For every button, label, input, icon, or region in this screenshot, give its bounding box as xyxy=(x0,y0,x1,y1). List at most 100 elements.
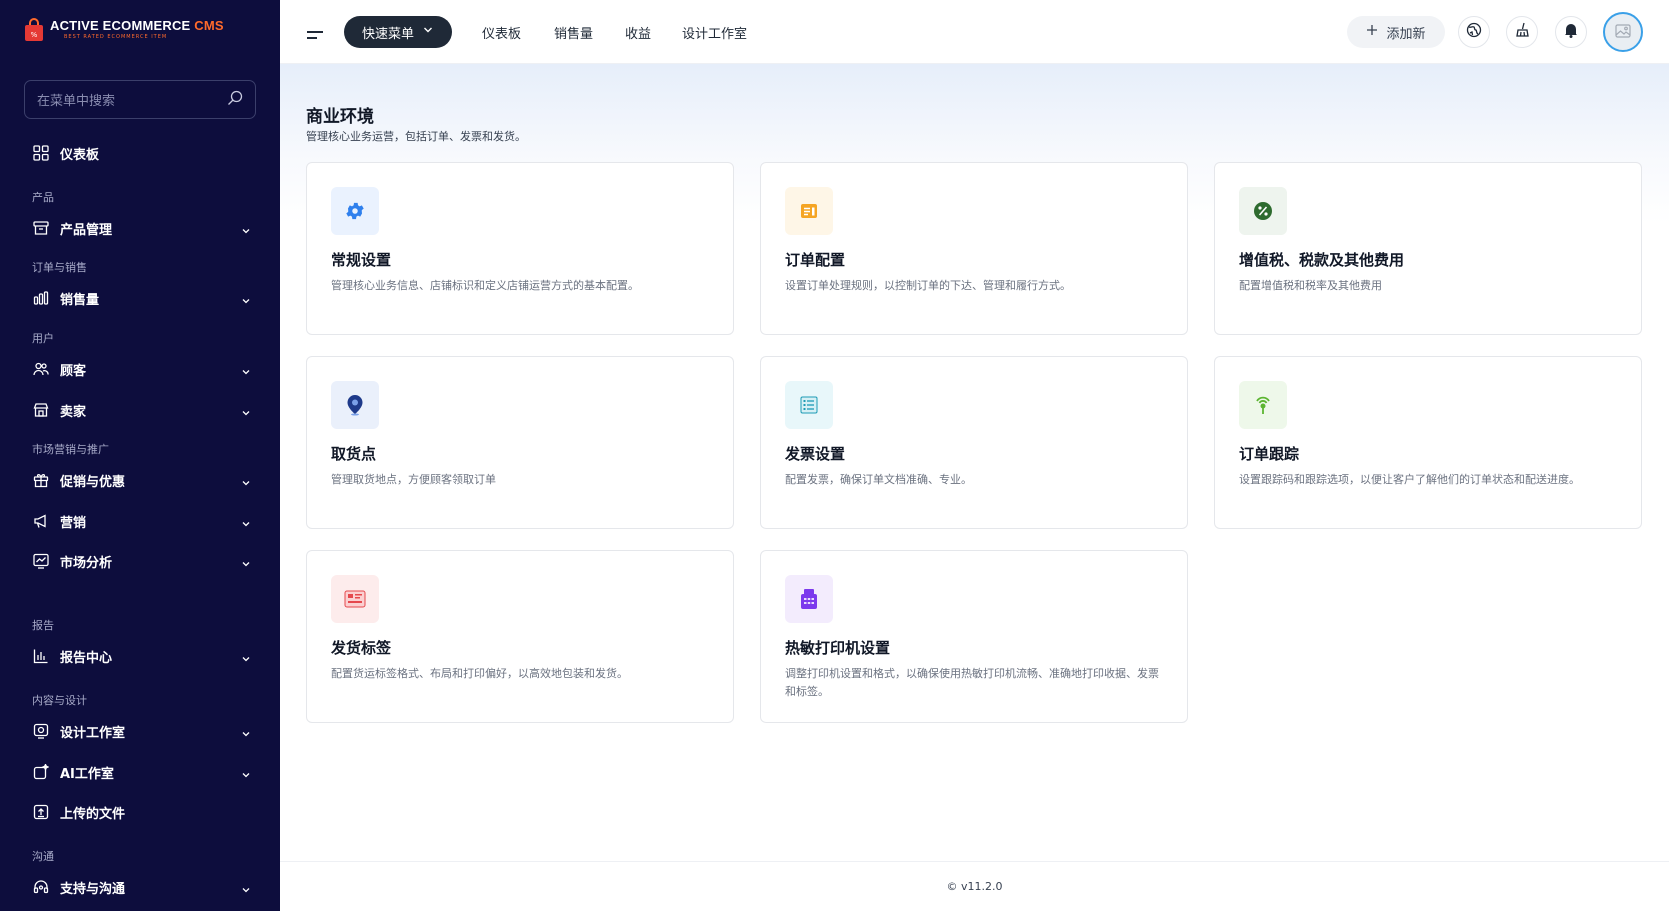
analytics-icon xyxy=(32,552,50,570)
chevron-down-icon xyxy=(240,474,252,486)
card-order-tracking[interactable]: 订单跟踪 设置跟踪码和跟踪选项，以便让客户了解他们的订单状态和配送进度。 xyxy=(1214,356,1642,529)
card-description: 配置增值税和税率及其他费用 xyxy=(1239,279,1382,292)
sidebar-item-label: 销售量 xyxy=(60,292,100,308)
card-shipping-labels[interactable]: 发货标签 配置货运标签格式、布局和打印偏好，以高效地包装和发货。 xyxy=(306,550,734,723)
sidebar-item-promotions[interactable]: 促销与优惠 xyxy=(32,468,252,492)
shipping-label-icon xyxy=(331,575,379,623)
top-link-earnings[interactable]: 收益 xyxy=(625,23,651,42)
order-icon xyxy=(785,187,833,235)
percent-icon xyxy=(1239,187,1287,235)
chevron-down-icon xyxy=(240,292,252,304)
chevron-down-icon xyxy=(240,363,252,375)
sidebar-item-market-analysis[interactable]: 市场分析 xyxy=(32,549,252,573)
sidebar-item-ai-studio[interactable]: AI工作室 xyxy=(32,760,252,784)
sidebar-section-communication: 沟通 xyxy=(32,850,54,863)
invoice-icon xyxy=(785,381,833,429)
avatar[interactable] xyxy=(1603,12,1643,52)
chevron-down-icon xyxy=(422,24,434,40)
globe-icon xyxy=(1466,22,1482,42)
megaphone-icon xyxy=(32,512,50,530)
sidebar-item-label: 报告中心 xyxy=(60,650,113,666)
users-icon xyxy=(32,360,50,378)
sidebar-item-customers[interactable]: 顾客 xyxy=(32,357,252,381)
top-link-dashboard[interactable]: 仪表板 xyxy=(482,23,521,42)
footer: © v11.2.0 xyxy=(280,861,1669,911)
sidebar-item-dashboard[interactable]: 仪表板 xyxy=(32,141,252,165)
card-order-configuration[interactable]: 订单配置 设置订单处理规则，以控制订单的下达、管理和履行方式。 xyxy=(760,162,1188,335)
sidebar-item-label: 支持与沟通 xyxy=(60,881,126,897)
top-link-design-studio[interactable]: 设计工作室 xyxy=(682,23,747,42)
sidebar-section-marketing: 市场营销与推广 xyxy=(32,443,109,456)
card-vat-taxes[interactable]: 增值税、税款及其他费用 配置增值税和税率及其他费用 xyxy=(1214,162,1642,335)
chevron-down-icon xyxy=(240,881,252,893)
card-title: 订单配置 xyxy=(785,251,846,269)
sidebar-item-product-management[interactable]: 产品管理 xyxy=(32,216,252,240)
notifications-button[interactable] xyxy=(1555,16,1587,48)
menu-search-placeholder: 在菜单中搜索 xyxy=(37,94,116,109)
brand-tagline: BEST RATED ECOMMERCE ITEM xyxy=(64,34,168,40)
card-description: 调整打印机设置和格式，以确保使用热敏打印机流畅、准确地打印收据、发票和标签。 xyxy=(785,667,1159,698)
image-placeholder-icon xyxy=(1615,23,1631,42)
sidebar-item-sales[interactable]: 销售量 xyxy=(32,286,252,310)
chevron-down-icon xyxy=(240,222,252,234)
printer-icon xyxy=(785,575,833,623)
card-thermal-printer[interactable]: 热敏打印机设置 调整打印机设置和格式，以确保使用热敏打印机流畅、准确地打印收据、… xyxy=(760,550,1188,723)
bar-chart-icon xyxy=(32,647,50,665)
store-icon xyxy=(32,401,50,419)
brand-title-accent: CMS xyxy=(194,18,224,33)
gear-icon xyxy=(331,187,379,235)
sidebar-item-label: 设计工作室 xyxy=(60,725,126,741)
brand-logo[interactable]: % ACTIVE ECOMMERCE CMS BEST RATED ECOMME… xyxy=(24,18,224,42)
grid-icon xyxy=(32,144,50,162)
chevron-down-icon xyxy=(240,725,252,737)
shopping-bag-icon: % xyxy=(24,18,44,42)
sidebar-item-sellers[interactable]: 卖家 xyxy=(32,398,252,422)
clear-cache-button[interactable] xyxy=(1506,16,1538,48)
plus-icon xyxy=(1366,24,1378,40)
language-button[interactable] xyxy=(1458,16,1490,48)
sidebar-item-label: 营销 xyxy=(60,515,87,531)
sidebar-section-content-design: 内容与设计 xyxy=(32,694,87,707)
sidebar-section-products: 产品 xyxy=(32,191,54,204)
sales-bars-icon xyxy=(32,289,50,307)
sidebar-item-label: 上传的文件 xyxy=(60,806,126,822)
card-title: 发票设置 xyxy=(785,445,846,463)
bell-icon xyxy=(1564,22,1578,42)
top-link-sales[interactable]: 销售量 xyxy=(554,23,593,42)
add-new-label: 添加新 xyxy=(1386,26,1426,42)
sidebar-section-reports: 报告 xyxy=(32,619,54,632)
card-general-settings[interactable]: 常规设置 管理核心业务信息、店铺标识和定义店铺运营方式的基本配置。 xyxy=(306,162,734,335)
version-label: © v11.2.0 xyxy=(946,880,1003,893)
sidebar-item-support[interactable]: 支持与沟通 xyxy=(32,875,252,899)
add-new-button[interactable]: 添加新 xyxy=(1347,16,1445,48)
chevron-down-icon xyxy=(240,404,252,416)
sidebar-item-uploaded-files[interactable]: 上传的文件 xyxy=(32,800,252,824)
quick-menu-button[interactable]: 快速菜单 xyxy=(344,16,452,48)
search-icon[interactable] xyxy=(227,90,243,110)
quick-menu-label: 快速菜单 xyxy=(361,26,414,42)
card-description: 设置跟踪码和跟踪选项，以便让客户了解他们的订单状态和配送进度。 xyxy=(1239,473,1580,486)
menu-search-input[interactable]: 在菜单中搜索 xyxy=(24,80,256,119)
gift-icon xyxy=(32,471,50,489)
upload-icon xyxy=(32,803,50,821)
chevron-down-icon xyxy=(240,650,252,662)
sidebar-section-orders-sales: 订单与销售 xyxy=(32,261,87,274)
chevron-down-icon xyxy=(240,555,252,567)
tracking-icon xyxy=(1239,381,1287,429)
sidebar-item-design-studio[interactable]: 设计工作室 xyxy=(32,719,252,743)
card-description: 管理取货地点，方便顾客领取订单 xyxy=(331,473,496,486)
card-pickup-points[interactable]: 取货点 管理取货地点，方便顾客领取订单 xyxy=(306,356,734,529)
sidebar-item-report-center[interactable]: 报告中心 xyxy=(32,644,252,668)
card-title: 常规设置 xyxy=(331,251,392,269)
sidebar-item-marketing[interactable]: 营销 xyxy=(32,509,252,533)
card-invoice-settings[interactable]: 发票设置 配置发票，确保订单文档准确、专业。 xyxy=(760,356,1188,529)
sidebar-item-label: 市场分析 xyxy=(60,555,113,571)
brand-title: ACTIVE ECOMMERCE xyxy=(50,18,191,33)
sidebar-item-label: 仪表板 xyxy=(60,147,100,163)
box-icon xyxy=(32,219,50,237)
card-description: 配置发票，确保订单文档准确、专业。 xyxy=(785,473,972,486)
broom-icon xyxy=(1514,22,1530,42)
card-description: 管理核心业务信息、店铺标识和定义店铺运营方式的基本配置。 xyxy=(331,279,639,292)
menu-toggle-icon[interactable] xyxy=(306,26,324,39)
location-pin-icon xyxy=(331,381,379,429)
